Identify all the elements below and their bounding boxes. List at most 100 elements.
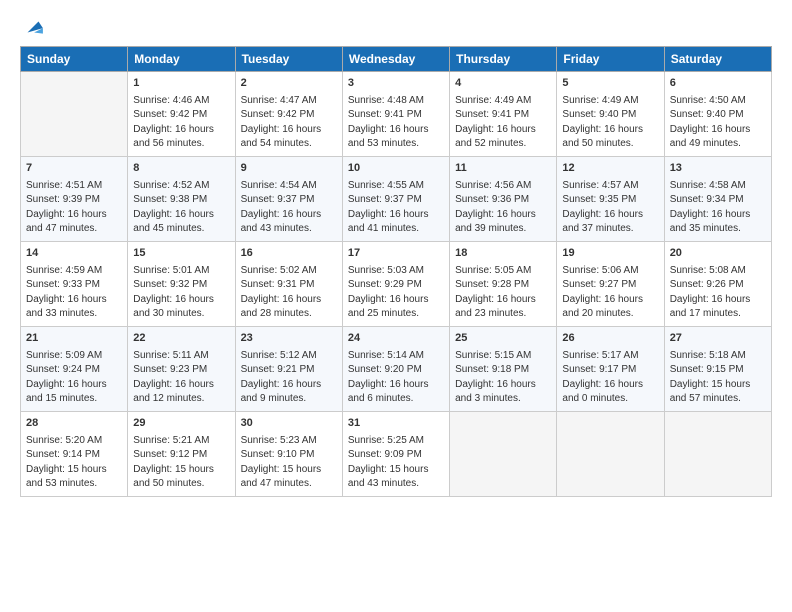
- day-info-line: Daylight: 15 hours: [348, 463, 444, 478]
- day-info-line: Sunset: 9:29 PM: [348, 278, 444, 293]
- day-info-line: and 3 minutes.: [455, 392, 551, 407]
- day-info-line: Sunrise: 4:58 AM: [670, 179, 766, 194]
- day-info-line: Sunset: 9:27 PM: [562, 278, 658, 293]
- day-info-line: and 56 minutes.: [133, 137, 229, 152]
- day-info-line: Sunset: 9:36 PM: [455, 193, 551, 208]
- day-info-line: and 39 minutes.: [455, 222, 551, 237]
- day-info-line: Sunset: 9:34 PM: [670, 193, 766, 208]
- calendar-cell: 29 Sunrise: 5:21 AMSunset: 9:12 PMDayligh…: [128, 411, 235, 496]
- day-info-line: Sunrise: 4:48 AM: [348, 94, 444, 109]
- day-number: 28: [26, 416, 122, 432]
- calendar-cell: 3 Sunrise: 4:48 AMSunset: 9:41 PMDaylight…: [342, 72, 449, 157]
- day-header-wednesday: Wednesday: [342, 47, 449, 72]
- day-info-line: and 9 minutes.: [241, 392, 337, 407]
- calendar-cell: 13Sunrise: 4:58 AMSunset: 9:34 PMDayligh…: [664, 156, 771, 241]
- calendar-cell: 9Sunrise: 4:54 AMSunset: 9:37 PMDaylight…: [235, 156, 342, 241]
- day-info-line: Sunset: 9:12 PM: [133, 448, 229, 463]
- day-number: 1: [133, 76, 229, 92]
- day-number: 6: [670, 76, 766, 92]
- day-info-line: and 12 minutes.: [133, 392, 229, 407]
- day-info-line: and 53 minutes.: [26, 477, 122, 492]
- day-info-line: Sunrise: 4:49 AM: [455, 94, 551, 109]
- day-info-line: Sunset: 9:40 PM: [562, 108, 658, 123]
- day-info-line: Sunset: 9:41 PM: [348, 108, 444, 123]
- day-info-line: and 33 minutes.: [26, 307, 122, 322]
- day-info-line: Sunrise: 5:08 AM: [670, 264, 766, 279]
- day-info-line: Sunrise: 4:46 AM: [133, 94, 229, 109]
- day-number: 23: [241, 331, 337, 347]
- day-info-line: Sunrise: 5:25 AM: [348, 434, 444, 449]
- day-header-sunday: Sunday: [21, 47, 128, 72]
- day-info-line: Daylight: 16 hours: [133, 293, 229, 308]
- day-number: 27: [670, 331, 766, 347]
- calendar-table: SundayMondayTuesdayWednesdayThursdayFrid…: [20, 46, 772, 497]
- day-info-line: Sunrise: 4:56 AM: [455, 179, 551, 194]
- day-info-line: Daylight: 16 hours: [670, 123, 766, 138]
- day-info-line: Sunset: 9:09 PM: [348, 448, 444, 463]
- day-info-line: Daylight: 16 hours: [348, 208, 444, 223]
- day-info-line: Daylight: 15 hours: [133, 463, 229, 478]
- day-info-line: Daylight: 16 hours: [562, 378, 658, 393]
- day-info-line: Sunrise: 5:14 AM: [348, 349, 444, 364]
- calendar-cell: 18Sunrise: 5:05 AMSunset: 9:28 PMDayligh…: [450, 241, 557, 326]
- week-row-4: 21Sunrise: 5:09 AMSunset: 9:24 PMDayligh…: [21, 326, 772, 411]
- day-info-line: Sunrise: 5:09 AM: [26, 349, 122, 364]
- day-info-line: Daylight: 16 hours: [241, 293, 337, 308]
- day-info-line: Daylight: 16 hours: [562, 208, 658, 223]
- calendar-cell: [664, 411, 771, 496]
- day-number: 3: [348, 76, 444, 92]
- calendar-cell: 2Sunrise: 4:47 AMSunset: 9:42 PMDaylight…: [235, 72, 342, 157]
- calendar-cell: 15Sunrise: 5:01 AMSunset: 9:32 PMDayligh…: [128, 241, 235, 326]
- day-info-line: Sunrise: 4:55 AM: [348, 179, 444, 194]
- day-info-line: and 43 minutes.: [241, 222, 337, 237]
- day-info-line: and 47 minutes.: [241, 477, 337, 492]
- calendar-cell: 16Sunrise: 5:02 AMSunset: 9:31 PMDayligh…: [235, 241, 342, 326]
- day-number: 14: [26, 246, 122, 262]
- day-info-line: Daylight: 15 hours: [241, 463, 337, 478]
- calendar-cell: 8Sunrise: 4:52 AMSunset: 9:38 PMDaylight…: [128, 156, 235, 241]
- day-info-line: Daylight: 16 hours: [348, 123, 444, 138]
- day-info-line: Sunrise: 5:03 AM: [348, 264, 444, 279]
- day-number: 29: [133, 416, 229, 432]
- day-info-line: Sunset: 9:35 PM: [562, 193, 658, 208]
- day-number: 9: [241, 161, 337, 177]
- week-row-1: 1Sunrise: 4:46 AMSunset: 9:42 PMDaylight…: [21, 72, 772, 157]
- day-info-line: Sunset: 9:17 PM: [562, 363, 658, 378]
- day-info-line: Sunset: 9:28 PM: [455, 278, 551, 293]
- day-info-line: Sunrise: 5:12 AM: [241, 349, 337, 364]
- day-info-line: Sunrise: 4:54 AM: [241, 179, 337, 194]
- day-number: 5: [562, 76, 658, 92]
- day-info-line: Daylight: 16 hours: [241, 378, 337, 393]
- calendar-cell: 14Sunrise: 4:59 AMSunset: 9:33 PMDayligh…: [21, 241, 128, 326]
- calendar-cell: 20Sunrise: 5:08 AMSunset: 9:26 PMDayligh…: [664, 241, 771, 326]
- day-info-line: and 54 minutes.: [241, 137, 337, 152]
- day-info-line: Daylight: 16 hours: [670, 208, 766, 223]
- calendar-cell: 19Sunrise: 5:06 AMSunset: 9:27 PMDayligh…: [557, 241, 664, 326]
- calendar-cell: 27Sunrise: 5:18 AMSunset: 9:15 PMDayligh…: [664, 326, 771, 411]
- calendar-cell: 31Sunrise: 5:25 AMSunset: 9:09 PMDayligh…: [342, 411, 449, 496]
- calendar-cell: 17Sunrise: 5:03 AMSunset: 9:29 PMDayligh…: [342, 241, 449, 326]
- calendar-cell: 10Sunrise: 4:55 AMSunset: 9:37 PMDayligh…: [342, 156, 449, 241]
- day-info-line: Sunset: 9:18 PM: [455, 363, 551, 378]
- calendar-cell: 12Sunrise: 4:57 AMSunset: 9:35 PMDayligh…: [557, 156, 664, 241]
- day-number: 15: [133, 246, 229, 262]
- day-number: 24: [348, 331, 444, 347]
- day-info-line: Sunset: 9:10 PM: [241, 448, 337, 463]
- day-info-line: Sunset: 9:40 PM: [670, 108, 766, 123]
- day-info-line: Sunrise: 4:50 AM: [670, 94, 766, 109]
- day-info-line: Sunrise: 5:15 AM: [455, 349, 551, 364]
- day-info-line: Daylight: 16 hours: [670, 293, 766, 308]
- day-number: 19: [562, 246, 658, 262]
- day-header-friday: Friday: [557, 47, 664, 72]
- day-info-line: Sunset: 9:23 PM: [133, 363, 229, 378]
- day-number: 8: [133, 161, 229, 177]
- day-number: 30: [241, 416, 337, 432]
- day-info-line: Sunrise: 4:52 AM: [133, 179, 229, 194]
- day-info-line: Daylight: 16 hours: [133, 208, 229, 223]
- day-info-line: and 45 minutes.: [133, 222, 229, 237]
- day-info-line: and 52 minutes.: [455, 137, 551, 152]
- day-info-line: Daylight: 16 hours: [26, 208, 122, 223]
- calendar-cell: [557, 411, 664, 496]
- day-info-line: Sunrise: 5:21 AM: [133, 434, 229, 449]
- calendar-cell: [450, 411, 557, 496]
